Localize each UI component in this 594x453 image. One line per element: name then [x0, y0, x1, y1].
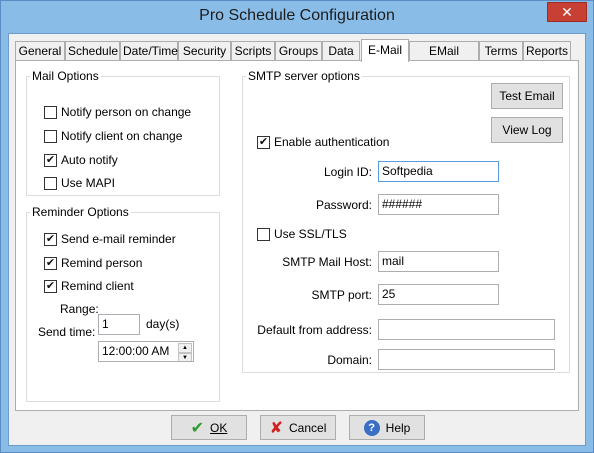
use-ssl-label: Use SSL/TLS — [274, 227, 347, 241]
smtp-host-input[interactable]: mail — [378, 251, 499, 272]
use-ssl-box[interactable] — [257, 227, 270, 241]
notify-person-checkbox[interactable]: Notify person on change — [44, 104, 191, 120]
reminder-options-title: Reminder Options — [30, 205, 131, 219]
smtp-port-input[interactable]: 25 — [378, 284, 499, 305]
tab-terms[interactable]: Terms — [479, 41, 523, 61]
smtp-host-label: SMTP Mail Host: — [282, 255, 372, 269]
smtp-options-title: SMTP server options — [246, 69, 362, 83]
smtp-port-label: SMTP port: — [311, 288, 372, 302]
x-icon: ✘ — [269, 419, 284, 437]
use-ssl-checkbox[interactable]: Use SSL/TLS — [257, 226, 347, 242]
tab-e-mail[interactable]: E-Mail — [361, 39, 409, 62]
auto-notify-label: Auto notify — [61, 153, 118, 167]
config-window: Pro Schedule Configuration ✕ General Sch… — [0, 0, 594, 453]
default-from-label: Default from address: — [257, 323, 372, 337]
password-input[interactable]: ###### — [378, 194, 499, 215]
send-email-reminder-box[interactable] — [44, 232, 57, 246]
cancel-button[interactable]: ✘ Cancel — [260, 415, 336, 440]
tab-date-time[interactable]: Date/Time — [120, 41, 178, 61]
cancel-label: Cancel — [289, 420, 327, 435]
ok-label: OK — [210, 420, 228, 435]
send-time-label: Send time: — [38, 325, 96, 339]
remind-client-box[interactable] — [44, 279, 57, 293]
password-label: Password: — [315, 198, 372, 212]
use-mapi-box[interactable] — [44, 176, 57, 190]
notify-person-box[interactable] — [44, 105, 57, 119]
send-time-value: 12:00:00 AM — [102, 344, 170, 358]
remind-person-checkbox[interactable]: Remind person — [44, 255, 142, 271]
range-unit-label: day(s) — [146, 317, 180, 331]
title-bar[interactable]: Pro Schedule Configuration ✕ — [1, 1, 593, 33]
spin-up-icon[interactable]: ▲ — [178, 343, 192, 353]
reminder-options-group: Reminder Options Send e-mail reminder Re… — [26, 205, 220, 402]
remind-client-checkbox[interactable]: Remind client — [44, 278, 134, 294]
enable-auth-label: Enable authentication — [274, 135, 390, 149]
notify-client-label: Notify client on change — [61, 129, 183, 143]
range-label: Range: — [60, 302, 99, 316]
auto-notify-box[interactable] — [44, 153, 57, 167]
spin-down-icon[interactable]: ▼ — [178, 353, 192, 361]
tab-groups[interactable]: Groups — [275, 41, 322, 61]
tab-general[interactable]: General — [15, 41, 65, 61]
send-time-input[interactable]: 12:00:00 AM ▲ ▼ — [98, 341, 194, 362]
window-title: Pro Schedule Configuration — [199, 7, 395, 24]
auto-notify-checkbox[interactable]: Auto notify — [44, 152, 118, 168]
login-id-input[interactable]: Softpedia — [378, 161, 499, 182]
domain-label: Domain: — [327, 353, 372, 367]
notify-client-box[interactable] — [44, 129, 57, 143]
notify-client-checkbox[interactable]: Notify client on change — [44, 128, 182, 144]
email-tab-panel: Mail Options Notify person on change Not… — [15, 60, 579, 411]
remind-client-label: Remind client — [61, 279, 134, 293]
enable-auth-box[interactable] — [257, 135, 270, 149]
help-label: Help — [385, 420, 411, 435]
login-id-label: Login ID: — [323, 165, 372, 179]
use-mapi-checkbox[interactable]: Use MAPI — [44, 175, 115, 191]
ok-button[interactable]: ✔ OK — [171, 415, 247, 440]
tab-schedule[interactable]: Schedule — [65, 41, 120, 61]
remind-person-label: Remind person — [61, 256, 143, 270]
tab-reports[interactable]: Reports — [523, 41, 571, 61]
send-email-reminder-label: Send e-mail reminder — [61, 232, 176, 246]
range-input[interactable]: 1 — [98, 314, 140, 335]
send-email-reminder-checkbox[interactable]: Send e-mail reminder — [44, 231, 176, 247]
remind-person-box[interactable] — [44, 256, 57, 270]
tab-data[interactable]: Data — [322, 41, 360, 61]
tab-security[interactable]: Security — [178, 41, 231, 61]
mail-options-group: Mail Options Notify person on change Not… — [26, 69, 220, 196]
close-icon: ✕ — [561, 4, 573, 20]
mail-options-title: Mail Options — [30, 69, 101, 83]
dialog-body: General Schedule Date/Time Security Scri… — [8, 33, 586, 446]
help-icon: ? — [363, 419, 380, 436]
domain-input[interactable] — [378, 349, 555, 370]
test-email-button[interactable]: Test Email — [491, 83, 563, 109]
checkmark-icon: ✔ — [190, 419, 205, 437]
enable-auth-checkbox[interactable]: Enable authentication — [257, 134, 389, 150]
use-mapi-label: Use MAPI — [61, 176, 116, 190]
close-button[interactable]: ✕ — [547, 2, 587, 22]
tab-scripts[interactable]: Scripts — [231, 41, 275, 61]
help-button[interactable]: ? Help — [349, 415, 425, 440]
view-log-button[interactable]: View Log — [491, 117, 563, 143]
tab-email-scripts[interactable]: EMail Scripts — [409, 41, 479, 76]
notify-person-label: Notify person on change — [61, 105, 192, 119]
default-from-input[interactable] — [378, 319, 555, 340]
smtp-options-group: SMTP server options Test Email View Log … — [242, 69, 570, 373]
time-spinner[interactable]: ▲ ▼ — [178, 343, 192, 361]
